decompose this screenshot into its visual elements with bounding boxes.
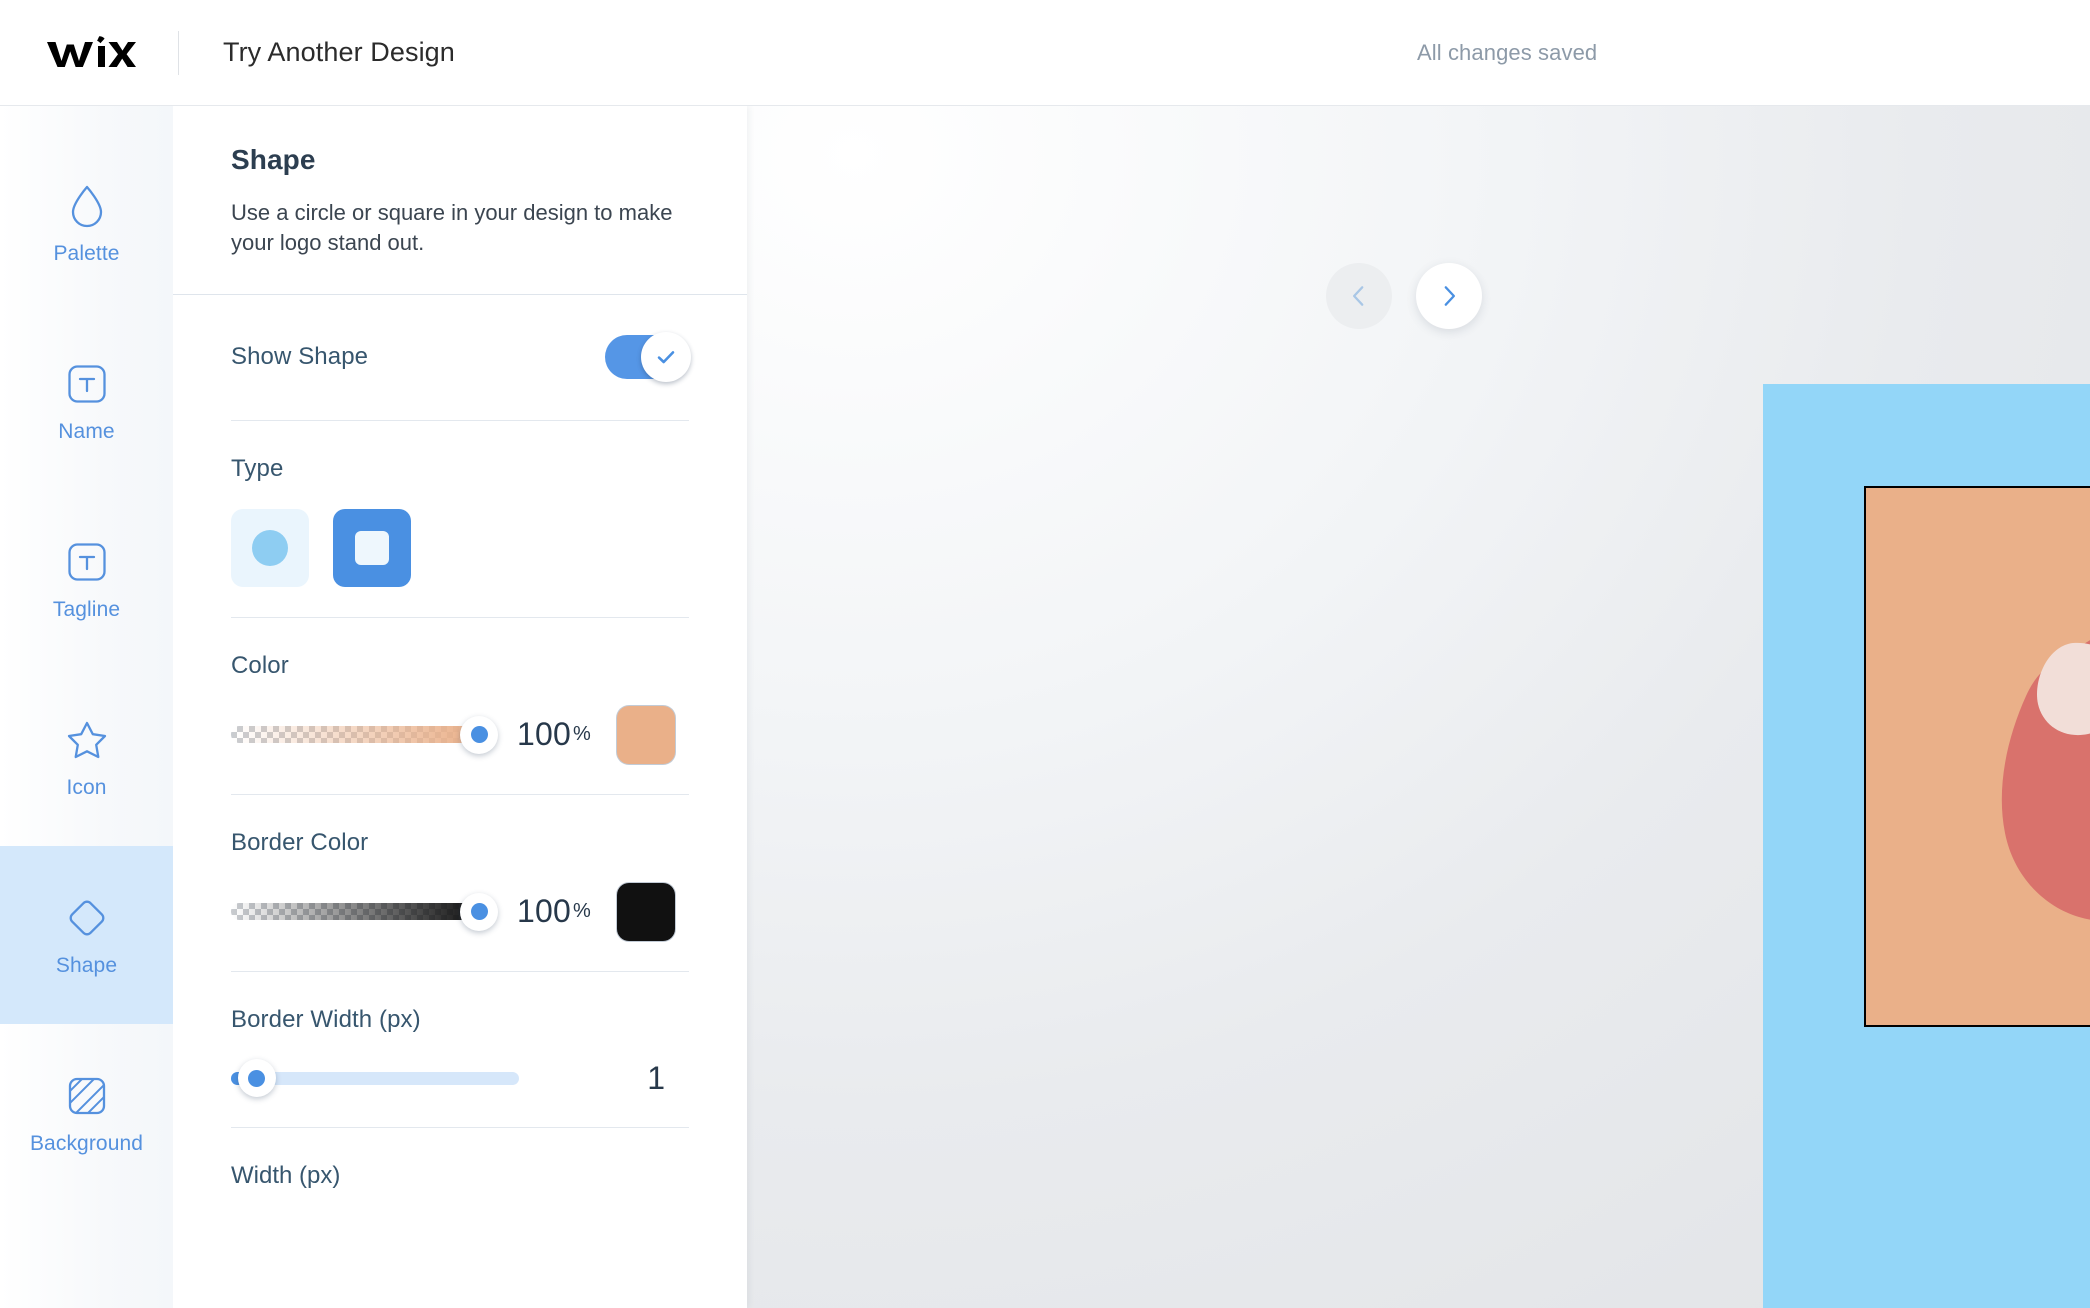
sidebar-item-label: Palette [53,241,120,265]
page-title: Try Another Design [223,37,455,67]
color-opacity-handle[interactable] [460,715,498,754]
color-opacity-value: 100 [517,716,571,753]
border-width-handle[interactable] [237,1059,276,1098]
border-color-opacity-gradient [231,903,479,921]
design-navigation [1325,263,1482,329]
color-opacity-unit: % [573,723,591,746]
save-status-text: All changes saved [1417,39,1598,65]
top-bar: Try Another Design All changes saved [0,0,2090,106]
logo-preview-frame[interactable]: Dorian Design [1763,384,2090,1308]
panel-header: Shape Use a circle or square in your des… [173,106,747,295]
brand-divider [178,30,179,75]
border-color-controls: 100 % [231,882,689,941]
border-color-swatch[interactable] [616,882,675,941]
show-shape-label: Show Shape [231,343,369,371]
border-color-opacity-value: 100 [517,893,571,930]
logo-shape-square: Dorian Design [1864,486,2090,1027]
sidebar-item-palette[interactable]: Palette [0,134,173,312]
border-color-opacity-handle[interactable] [460,892,498,931]
hatched-square-icon [64,1073,110,1119]
sidebar-item-name[interactable]: Name [0,312,173,490]
border-color-opacity-slider[interactable] [231,892,498,931]
color-section: Color 100 % [231,618,689,795]
sidebar-item-background[interactable]: Background [0,1024,173,1202]
preview-canvas: Dorian Design [747,106,2090,1308]
sidebar-item-label: Background [29,1131,144,1155]
border-width-controls: 1 [231,1059,689,1098]
droplet-icon [64,183,110,229]
text-box-icon [64,361,110,407]
type-options [231,508,689,587]
type-label: Type [231,454,284,482]
border-color-opacity-unit: % [573,900,591,923]
color-opacity-slider[interactable] [231,715,498,754]
sidebar-item-shape[interactable]: Shape [0,846,173,1024]
next-design-button[interactable] [1415,263,1482,329]
border-color-section: Border Color 100 % [231,795,689,972]
width-section-label: Width (px) [231,1161,341,1189]
check-icon [657,351,675,364]
brand-area: Try Another Design [0,30,455,75]
star-icon [64,717,110,763]
sidebar-item-label: Name [58,419,115,443]
border-color-label: Border Color [231,828,369,856]
sidebar-item-label: Icon [66,775,107,799]
type-option-square[interactable] [333,508,411,587]
panel-title: Shape [231,144,316,175]
wix-logo-icon[interactable] [44,33,136,73]
border-width-value: 1 [647,1059,665,1096]
left-rail: Palette Name Tagline Icon Shape Backgrou… [0,106,173,1308]
show-shape-toggle[interactable] [605,332,691,383]
main-body: Palette Name Tagline Icon Shape Backgrou… [0,106,2090,1308]
sidebar-item-tagline[interactable]: Tagline [0,490,173,668]
border-width-section: Border Width (px) 1 [231,972,689,1128]
color-label: Color [231,651,289,679]
color-controls: 100 % [231,705,689,764]
logo-maker-app: Try Another Design All changes saved Pal… [0,0,2090,1308]
diamond-icon [64,895,110,941]
sidebar-item-label: Shape [55,953,118,977]
color-swatch[interactable] [616,705,675,764]
type-option-circle[interactable] [231,508,309,587]
text-box-icon [64,539,110,585]
border-width-label: Border Width (px) [231,1005,421,1033]
square-icon [355,530,389,565]
panel-description: Use a circle or square in your design to… [231,200,673,255]
chevron-left-icon [1352,286,1363,306]
circle-icon [252,529,288,566]
type-section: Type [231,421,689,618]
chevron-right-icon [1444,286,1455,306]
logo-artwork [2001,640,2090,920]
sidebar-item-icon[interactable]: Icon [0,668,173,846]
toggle-knob [641,332,691,383]
color-opacity-gradient [231,726,479,744]
border-width-slider[interactable] [231,1059,519,1098]
show-shape-row: Show Shape [231,295,691,421]
shape-settings-panel: Shape Use a circle or square in your des… [173,106,747,1308]
previous-design-button[interactable] [1325,263,1392,329]
panel-body: Show Shape Type Color 100 % Border Color… [173,295,747,1190]
sidebar-item-label: Tagline [52,597,121,621]
